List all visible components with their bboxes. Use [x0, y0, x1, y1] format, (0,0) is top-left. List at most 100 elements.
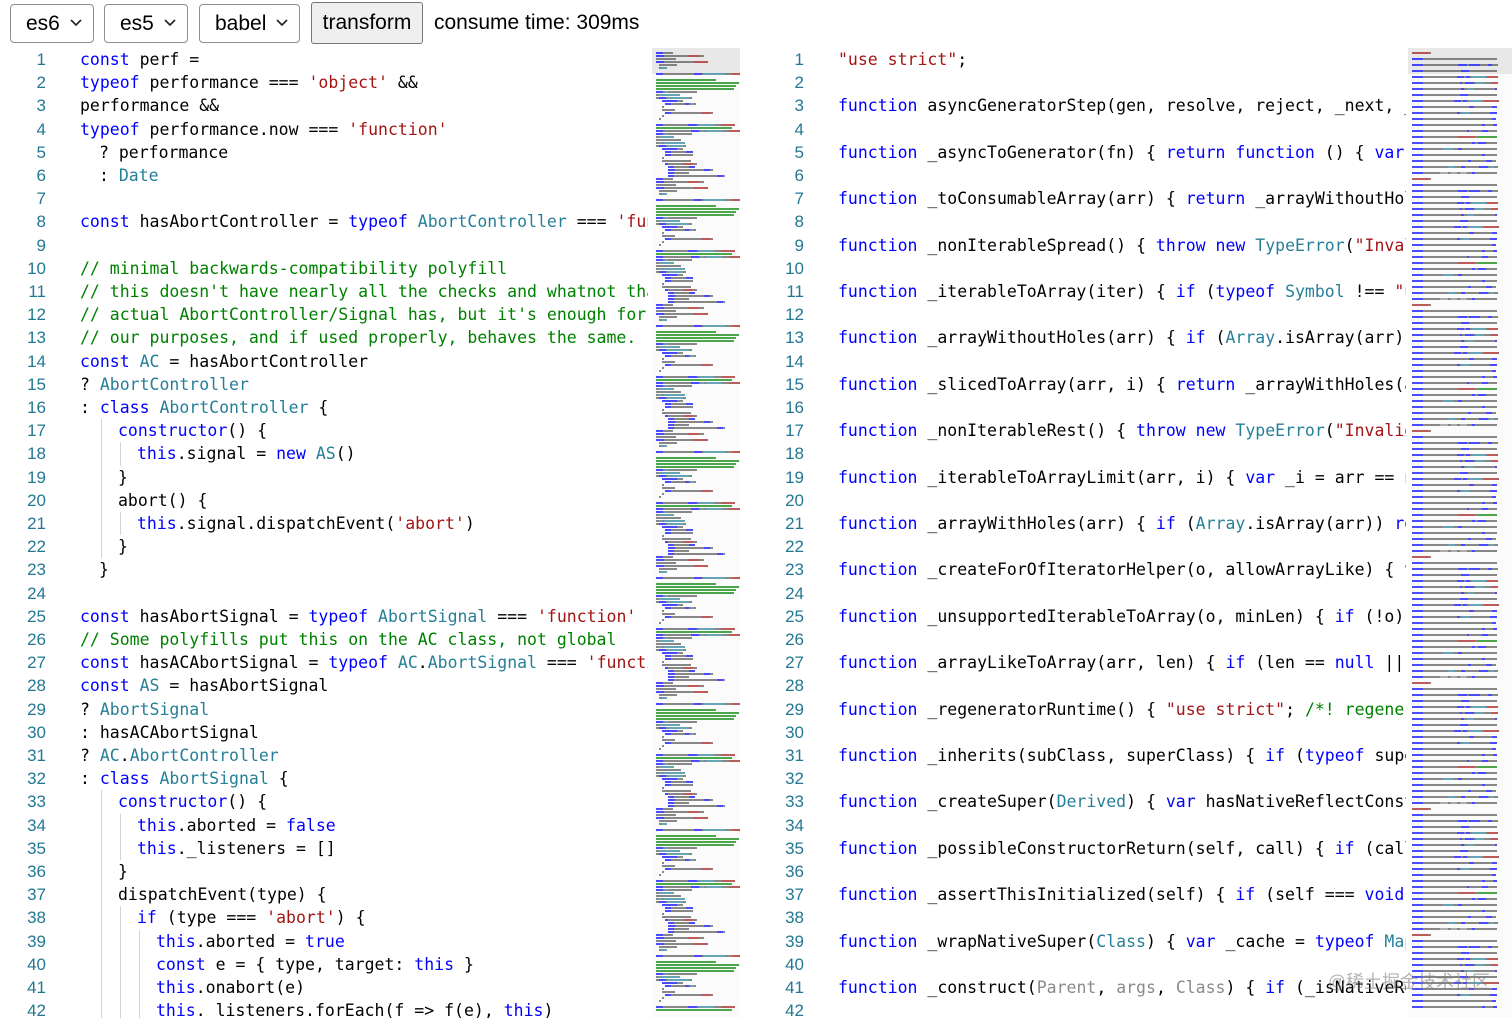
minimap-stroke: [1459, 220, 1468, 222]
target-language-select[interactable]: es5: [104, 4, 188, 43]
minimap-stroke: [1412, 364, 1424, 366]
code-line: : hasACAbortSignal: [80, 721, 259, 744]
minimap-stroke: [1412, 730, 1424, 732]
code-token: _arrayWithoutHoles(arr) {: [917, 328, 1186, 348]
minimap-stroke: [1412, 838, 1424, 840]
minimap-stroke: [683, 145, 686, 147]
indent-guide: [101, 976, 102, 1000]
minimap-stroke: [656, 961, 717, 963]
minimap-stroke: [1423, 568, 1459, 570]
minimap-stroke: [1412, 496, 1424, 498]
indent-guide: [139, 999, 140, 1018]
minimap-stroke: [683, 523, 686, 525]
minimap-stroke: [656, 967, 736, 969]
minimap-stroke: [1491, 208, 1498, 210]
minimap-stroke: [675, 169, 705, 171]
code-token: || len: [1384, 653, 1405, 673]
minimap-stroke: [1477, 136, 1498, 138]
minimap-stroke: [658, 901, 666, 903]
minimap-stroke: [1491, 988, 1498, 990]
source-code-area[interactable]: const perf = typeof performance === 'obje…: [80, 48, 648, 1018]
minimap-stroke: [1468, 94, 1498, 96]
output-editor[interactable]: 1 2 3 4 5 6 7 8 9 10 11 12 13 14 15 16 17 18 19 20 21 22 23 24 2…: [756, 48, 1512, 1018]
minimap-stroke: [673, 802, 689, 804]
minimap-stroke: [732, 325, 740, 327]
minimap-stroke: [1479, 64, 1489, 66]
minimap-stroke: [1423, 772, 1473, 774]
minimap-stroke: [693, 439, 708, 441]
minimap-stroke: [677, 604, 683, 606]
minimap-stroke: [1494, 340, 1498, 342]
minimap-stroke: [1423, 472, 1460, 474]
code-token: ) {: [1126, 792, 1166, 812]
minimap-stroke: [704, 199, 726, 201]
minimap-stroke: [670, 490, 702, 492]
source-editor[interactable]: 1 2 3 4 5 6 7 8 9 10 11 12 13 14 15 16 17 18 19 20 21 22 23 24 2…: [0, 48, 740, 1018]
minimap-stroke: [662, 232, 664, 234]
code-token: .: [417, 653, 428, 673]
minimap-stroke: [1484, 376, 1494, 378]
code-token: AbortController: [159, 398, 309, 417]
minimap-stroke: [663, 646, 685, 648]
minimap-stroke: [668, 169, 675, 171]
code-token: new: [1195, 421, 1226, 441]
minimap-stroke: [706, 508, 722, 510]
line-number: 20: [785, 490, 804, 510]
minimap-stroke: [663, 682, 673, 684]
minimap-stroke: [1423, 346, 1460, 348]
minimap-stroke: [1462, 868, 1470, 870]
minimap-stroke: [1412, 178, 1429, 180]
minimap-stroke: [701, 364, 712, 366]
minimap-stroke: [1459, 298, 1467, 300]
compiler-select[interactable]: babel: [199, 4, 300, 43]
output-code-area[interactable]: "use strict"; function asyncGeneratorStep…: [838, 48, 1406, 1018]
minimap-stroke: [1423, 592, 1461, 594]
minimap-stroke: [656, 217, 663, 219]
minimap-stroke: [658, 271, 666, 273]
minimap-stroke: [1456, 328, 1464, 330]
line-number: 27: [27, 653, 46, 673]
minimap-stroke: [1494, 844, 1498, 846]
minimap-stroke: [1423, 196, 1461, 198]
minimap-stroke: [1493, 166, 1498, 168]
minimap-stroke: [1473, 340, 1495, 342]
code-token: Derived: [1056, 792, 1127, 812]
minimap-stroke: [662, 106, 664, 108]
minimap-stroke: [667, 601, 689, 603]
code-token: ?: [80, 699, 100, 719]
minimap-stroke: [721, 886, 729, 888]
minimap-stroke: [722, 931, 725, 933]
line-number: 1: [36, 50, 46, 69]
minimap-stroke: [1483, 604, 1500, 606]
source-minimap[interactable]: [652, 48, 740, 1018]
code-token: ) {: [1225, 978, 1266, 997]
indent-guide: [120, 813, 121, 837]
minimap-stroke: [668, 673, 675, 675]
minimap-stroke: [1428, 934, 1431, 936]
transform-button[interactable]: transform: [311, 2, 423, 44]
minimap-stroke: [673, 922, 689, 924]
code-token: typeof: [80, 73, 140, 93]
minimap-stroke: [1486, 646, 1498, 648]
minimap-stroke: [1469, 886, 1482, 888]
line-number: 26: [27, 630, 46, 649]
minimap-stroke: [1484, 124, 1494, 126]
minimap-stroke: [704, 451, 726, 453]
minimap-stroke: [662, 109, 675, 111]
code-token: Date: [118, 166, 159, 185]
minimap-stroke: [688, 376, 697, 378]
minimap-stroke: [670, 532, 693, 534]
output-minimap[interactable]: [1408, 48, 1512, 1018]
code-token: var: [1404, 560, 1406, 579]
minimap-stroke: [656, 127, 732, 129]
minimap-stroke: [691, 508, 700, 510]
minimap-stroke: [1475, 298, 1498, 300]
minimap-stroke: [1475, 334, 1484, 336]
code-token: if: [1235, 885, 1256, 905]
minimap-stroke: [663, 268, 685, 270]
minimap-stroke: [1412, 742, 1424, 744]
source-language-select[interactable]: es6: [10, 4, 94, 43]
minimap-stroke: [1475, 928, 1498, 930]
code-token: constructor: [118, 421, 228, 441]
